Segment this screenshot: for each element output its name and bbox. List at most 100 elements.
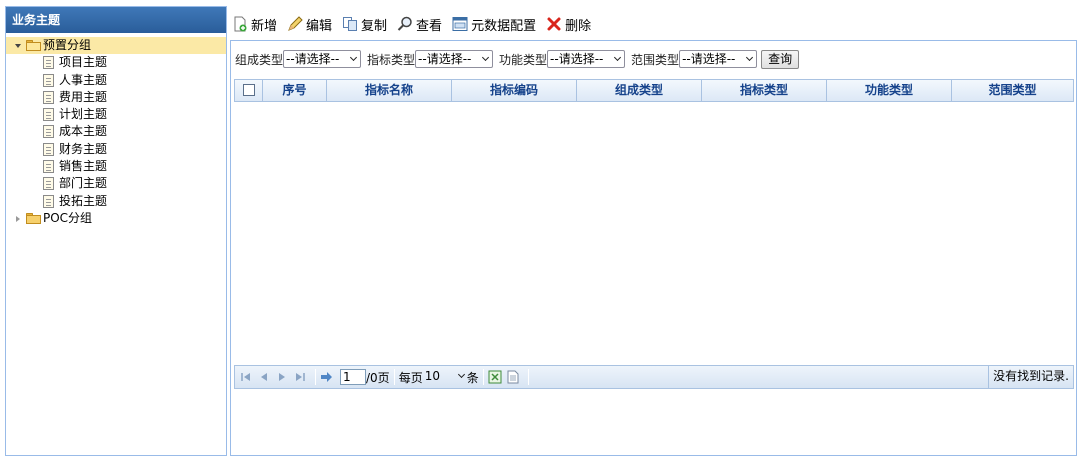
pager-status: 没有找到记录. — [988, 365, 1073, 389]
tree-leaf-sales[interactable]: 销售主题 — [6, 158, 226, 175]
indicator-filter-label: 指标类型 — [367, 52, 416, 67]
tree-leaf-label: 销售主题 — [59, 159, 108, 174]
indicator-select[interactable]: --请选择-- — [415, 50, 494, 68]
page-size-value: 10 — [424, 369, 440, 383]
tree-leaf-label: 项目主题 — [59, 55, 108, 70]
scope-select[interactable]: --请选择-- — [679, 50, 758, 68]
first-page-icon[interactable] — [239, 370, 253, 384]
add-label: 新增 — [251, 18, 278, 34]
tree-node-poc-group[interactable]: POC分组 — [6, 210, 226, 227]
tree-node-label: 预置分组 — [43, 38, 92, 52]
prev-page-icon[interactable] — [257, 370, 271, 384]
edit-label: 编辑 — [306, 18, 333, 34]
config-window-icon — [452, 16, 468, 32]
folder-open-icon — [26, 40, 41, 51]
folder-icon — [26, 212, 41, 224]
tree-leaf-finance[interactable]: 财务主题 — [6, 141, 226, 158]
function-select-value: --请选择-- — [550, 52, 604, 66]
chevron-down-icon — [349, 53, 358, 62]
column-header-function-type[interactable]: 功能类型 — [827, 80, 952, 101]
copy-icon — [342, 16, 358, 32]
scope-filter-label: 范围类型 — [631, 52, 680, 67]
tree-leaf-label: 人事主题 — [59, 72, 108, 87]
meta-config-label: 元数据配置 — [471, 18, 537, 34]
tree-leaf-cost[interactable]: 成本主题 — [6, 123, 226, 140]
delete-button[interactable]: 删除 — [546, 15, 591, 34]
page-size-select[interactable]: 10 — [423, 369, 467, 385]
column-header-indicator-type[interactable]: 指标类型 — [702, 80, 827, 101]
tree-leaf-label: 投拓主题 — [59, 193, 108, 208]
left-panel-title: 业务主题 — [6, 7, 226, 33]
column-header-index[interactable]: 序号 — [263, 80, 327, 101]
document-icon — [43, 56, 54, 70]
document-icon — [43, 177, 54, 191]
document-icon — [43, 160, 54, 174]
column-header-scope-type[interactable]: 范围类型 — [952, 80, 1073, 101]
total-pages: /0页 — [366, 370, 390, 385]
function-filter: 功能类型 --请选择-- — [499, 50, 626, 68]
composition-filter: 组成类型 --请选择-- — [235, 50, 362, 68]
meta-config-button[interactable]: 元数据配置 — [452, 15, 536, 34]
select-all-checkbox-cell[interactable] — [235, 80, 263, 101]
composition-select-value: --请选择-- — [286, 52, 340, 66]
composition-filter-label: 组成类型 — [235, 52, 284, 67]
delete-label: 删除 — [565, 18, 592, 34]
pager: 1 /0页 每页 10 条 没有找到记录. — [234, 365, 1074, 389]
grid-header: 序号 指标名称 指标编码 组成类型 指标类型 功能类型 范围类型 — [234, 79, 1074, 102]
excel-export-icon[interactable] — [488, 370, 502, 384]
document-icon — [43, 90, 54, 104]
add-button[interactable]: 新增 — [232, 15, 277, 34]
column-header-indicator-name[interactable]: 指标名称 — [327, 80, 452, 101]
tree-leaf-label: 部门主题 — [59, 176, 108, 191]
tree: 预置分组 项目主题 人事主题 费用主题 计划主题 成本主题 财务主题 销售主题 — [6, 37, 226, 227]
view-button[interactable]: 查看 — [397, 15, 442, 34]
tree-leaf-hr[interactable]: 人事主题 — [6, 72, 226, 89]
function-select[interactable]: --请选择-- — [547, 50, 626, 68]
filter-bar: 组成类型 --请选择-- 指标类型 --请选择-- 功能类型 --请选择-- 范… — [231, 41, 1076, 77]
expand-arrow-icon[interactable] — [15, 44, 21, 48]
pager-separator — [482, 369, 484, 385]
left-panel: 业务主题 预置分组 项目主题 人事主题 费用主题 计划主题 成本主题 财务主题 … — [5, 6, 227, 456]
copy-button[interactable]: 复制 — [342, 15, 387, 34]
delete-x-icon — [546, 16, 562, 32]
next-page-icon[interactable] — [275, 370, 289, 384]
tree-node-preset-group[interactable]: 预置分组 — [6, 37, 226, 55]
scope-filter: 范围类型 --请选择-- 查询 — [631, 49, 800, 69]
chevron-down-icon — [614, 53, 622, 62]
per-page-label: 每页 — [398, 370, 423, 385]
tree-leaf-expense[interactable]: 费用主题 — [6, 89, 226, 106]
query-button[interactable]: 查询 — [761, 49, 800, 69]
tree-leaf-investment[interactable]: 投拓主题 — [6, 193, 226, 210]
composition-select[interactable]: --请选择-- — [283, 50, 362, 68]
document-icon — [43, 142, 54, 156]
add-document-icon — [232, 16, 248, 32]
document-icon — [43, 73, 54, 87]
search-icon — [397, 16, 413, 32]
chevron-down-icon — [481, 53, 490, 62]
document-icon — [43, 125, 54, 139]
edit-button[interactable]: 编辑 — [287, 15, 332, 34]
tree-leaf-label: 费用主题 — [59, 89, 108, 104]
go-arrow-icon[interactable] — [320, 370, 334, 384]
tree-node-label: POC分组 — [43, 210, 93, 225]
tree-leaf-department[interactable]: 部门主题 — [6, 175, 226, 192]
tree-leaf-plan[interactable]: 计划主题 — [6, 106, 226, 123]
select-all-checkbox[interactable] — [243, 84, 255, 96]
last-page-icon[interactable] — [293, 370, 307, 384]
indicator-select-value: --请选择-- — [418, 52, 472, 66]
tree-leaf-label: 计划主题 — [59, 107, 108, 122]
pager-separator — [393, 369, 395, 385]
column-header-indicator-code[interactable]: 指标编码 — [452, 80, 577, 101]
tree-leaf-label: 财务主题 — [59, 141, 108, 156]
column-header-composition-type[interactable]: 组成类型 — [577, 80, 702, 101]
document-icon — [43, 108, 54, 122]
document-export-icon[interactable] — [506, 370, 520, 384]
tree-leaf-project[interactable]: 项目主题 — [6, 54, 226, 71]
document-icon — [43, 194, 54, 208]
chevron-down-icon — [746, 53, 754, 62]
page-number-input[interactable]: 1 — [340, 369, 366, 385]
chevron-down-icon — [457, 370, 465, 379]
pencil-icon — [287, 16, 303, 32]
collapse-arrow-icon[interactable] — [16, 215, 20, 222]
pager-separator — [527, 369, 529, 385]
